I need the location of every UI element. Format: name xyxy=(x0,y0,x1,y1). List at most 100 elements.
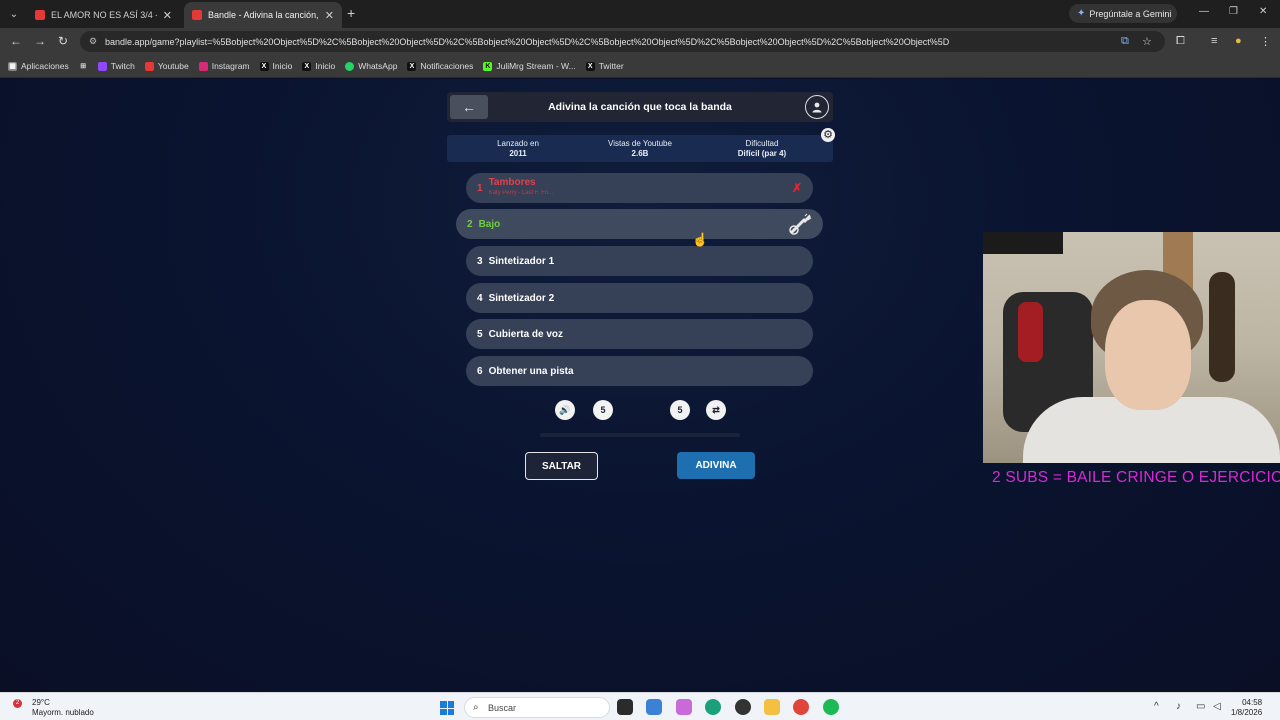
chrome-icon[interactable] xyxy=(793,699,809,715)
weather-desc: Mayorm. nublado xyxy=(32,708,94,717)
clock-date: 1/8/2026 xyxy=(1231,708,1263,717)
notification-badge: 2 xyxy=(13,699,22,708)
bookmark-whatsapp[interactable]: WhatsApp xyxy=(345,61,397,71)
option-number: 4 xyxy=(477,292,483,304)
option-label: Obtener una pista xyxy=(488,365,574,377)
stat-value: Difícil (par 4) xyxy=(737,149,787,158)
forward-5-button[interactable]: 5 xyxy=(670,400,690,420)
new-tab-button[interactable]: + xyxy=(347,5,355,21)
tab-close-icon[interactable]: ✕ xyxy=(325,9,334,22)
file-explorer-icon[interactable] xyxy=(764,699,780,715)
windows-taskbar: 2 29°C Mayorm. nublado ⌕ Buscar ^ ♪ ▭ ◁ … xyxy=(0,692,1280,720)
x-icon: X xyxy=(407,61,417,71)
bookmark-label: Twitch xyxy=(110,61,135,71)
tab-youtube[interactable]: EL AMOR NO ES ASÍ 3/4 - YouT ✕ xyxy=(27,2,180,28)
bookmark-apps[interactable]: ▦ Aplicaciones xyxy=(8,61,69,71)
gemini-button[interactable]: ✦ Pregúntale a Gemini xyxy=(1069,4,1177,23)
bookmark-label: JuliMrg Stream - W... xyxy=(496,61,576,71)
windows-start-icon[interactable] xyxy=(440,701,454,715)
playback-progress-bar[interactable] xyxy=(540,433,740,437)
restore-icon[interactable]: ❐ xyxy=(1229,6,1238,17)
tab-bandle[interactable]: Bandle - Adivina la canción, un ✕ xyxy=(184,2,342,28)
mouse-cursor-icon: ☝ xyxy=(692,232,709,247)
stream-overlay-caption: 2 SUBS = BAILE CRINGE O EJERCICIO xyxy=(992,469,1280,486)
site-info-icon[interactable]: ⚙ xyxy=(89,36,97,47)
bookmark-label: Youtube xyxy=(157,61,189,71)
reading-list-icon[interactable]: ≡ xyxy=(1211,35,1217,47)
volume-icon: 🔊 xyxy=(559,404,571,415)
x-icon: X xyxy=(302,61,312,71)
option-synth-2[interactable]: 4 Sintetizador 2 xyxy=(466,283,813,313)
bookmark-x-inicio-2[interactable]: X Inicio xyxy=(302,61,335,71)
url-text: bandle.app/game?playlist=%5Bobject%20Obj… xyxy=(105,36,950,47)
apps-icon: ▦ xyxy=(8,61,17,71)
system-clock[interactable]: 04:58 1/8/2026 xyxy=(1231,698,1262,718)
tab-search-menu-icon[interactable]: ⌄ xyxy=(5,5,23,23)
weather-widget[interactable]: 2 29°C Mayorm. nublado xyxy=(13,698,94,718)
tab-close-icon[interactable]: ✕ xyxy=(163,9,172,22)
option-bass[interactable]: 2 Bajo xyxy=(456,209,823,239)
wrong-guess-text: Katy Perry - Last F. Fri... xyxy=(488,190,554,196)
bookmark-twitch[interactable]: Twitch xyxy=(97,61,135,71)
page-title: Adivina la canción que toca la banda xyxy=(548,101,732,113)
outlook-icon[interactable] xyxy=(646,699,662,715)
taskbar-search[interactable]: ⌕ Buscar xyxy=(464,697,610,718)
stat-value: 2011 xyxy=(509,149,527,158)
gemini-sparkle-icon: ✦ xyxy=(1077,8,1086,19)
option-drums[interactable]: 1 Tambores Katy Perry - Last F. Fri... ✗ xyxy=(466,173,813,203)
bookmark-instagram[interactable]: Instagram xyxy=(198,61,250,71)
bookmark-twitter[interactable]: X Twitter xyxy=(585,61,624,71)
forward-arrow-icon[interactable]: → xyxy=(34,34,46,48)
spotify-icon[interactable] xyxy=(823,699,839,715)
more-menu-icon[interactable]: ⋮ xyxy=(1260,35,1271,48)
bookmark-label: Twitter xyxy=(598,61,624,71)
whatsapp-icon xyxy=(345,61,355,71)
edge-icon[interactable] xyxy=(705,699,721,715)
webcam-shelf xyxy=(983,232,1063,254)
app-icon[interactable] xyxy=(735,699,751,715)
user-profile-button[interactable] xyxy=(805,95,829,119)
skip-button[interactable]: SALTAR xyxy=(525,452,598,480)
bookmarks-bar: ▦ Aplicaciones ⊞ Twitch Youtube Instagra… xyxy=(0,55,1280,78)
volume-tray-icon[interactable]: ◁ xyxy=(1213,701,1221,712)
tray-chevron-icon[interactable]: ^ xyxy=(1154,701,1159,712)
option-number: 5 xyxy=(477,328,483,340)
weather-temp: 29°C xyxy=(32,698,50,707)
forward-icon: 5 xyxy=(677,405,683,415)
bookmark-label: Aplicaciones xyxy=(21,61,69,71)
option-vocal-cover[interactable]: 5 Cubierta de voz xyxy=(466,319,813,349)
stat-difficulty: Dificultad Difícil (par 4) xyxy=(702,139,822,159)
rewind-5-button[interactable]: 5 xyxy=(593,400,613,420)
bookmark-kick[interactable]: K JuliMrg Stream - W... xyxy=(483,61,576,71)
bookmark-star-icon[interactable]: ☆ xyxy=(1142,35,1152,48)
option-synth-1[interactable]: 3 Sintetizador 1 xyxy=(466,246,813,276)
wrong-x-icon: ✗ xyxy=(791,181,802,195)
settings-gear-icon[interactable]: ⚙ xyxy=(821,128,835,142)
reload-icon[interactable]: ↻ xyxy=(58,34,68,48)
bookmark-grid[interactable]: ⊞ xyxy=(79,62,88,71)
repeat-off-button[interactable]: ⇄ xyxy=(706,400,726,420)
copilot-icon[interactable] xyxy=(676,699,692,715)
option-get-hint[interactable]: 6 Obtener una pista xyxy=(466,356,813,386)
network-icon[interactable]: ▭ xyxy=(1196,701,1205,712)
url-field[interactable]: ⚙ bandle.app/game?playlist=%5Bobject%20O… xyxy=(80,31,1165,52)
option-number: 1 xyxy=(477,182,483,194)
tab-title: Bandle - Adivina la canción, un xyxy=(208,10,319,20)
user-icon xyxy=(812,102,822,113)
stat-value: 2.6B xyxy=(631,149,649,158)
extensions-icon[interactable]: ⧠ xyxy=(1176,35,1185,48)
minimize-icon[interactable]: — xyxy=(1199,6,1209,17)
bookmark-notificaciones[interactable]: X Notificaciones xyxy=(407,61,473,71)
close-window-icon[interactable]: ✕ xyxy=(1259,6,1267,17)
microphone-icon[interactable]: ♪ xyxy=(1176,701,1181,712)
stat-label: Dificultad xyxy=(745,139,779,148)
volume-button[interactable]: 🔊 xyxy=(555,400,575,420)
guess-button[interactable]: ADIVINA xyxy=(677,452,755,479)
bookmark-x-inicio[interactable]: X Inicio xyxy=(259,61,292,71)
profile-avatar-icon[interactable]: ● xyxy=(1235,35,1242,47)
install-app-icon[interactable]: ⧉ xyxy=(1121,35,1129,48)
back-arrow-icon[interactable]: ← xyxy=(10,34,22,48)
tab-bar: ⌄ EL AMOR NO ES ASÍ 3/4 - YouT ✕ Bandle … xyxy=(0,0,1280,28)
task-view-icon[interactable] xyxy=(617,699,633,715)
bookmark-youtube[interactable]: Youtube xyxy=(144,61,189,71)
